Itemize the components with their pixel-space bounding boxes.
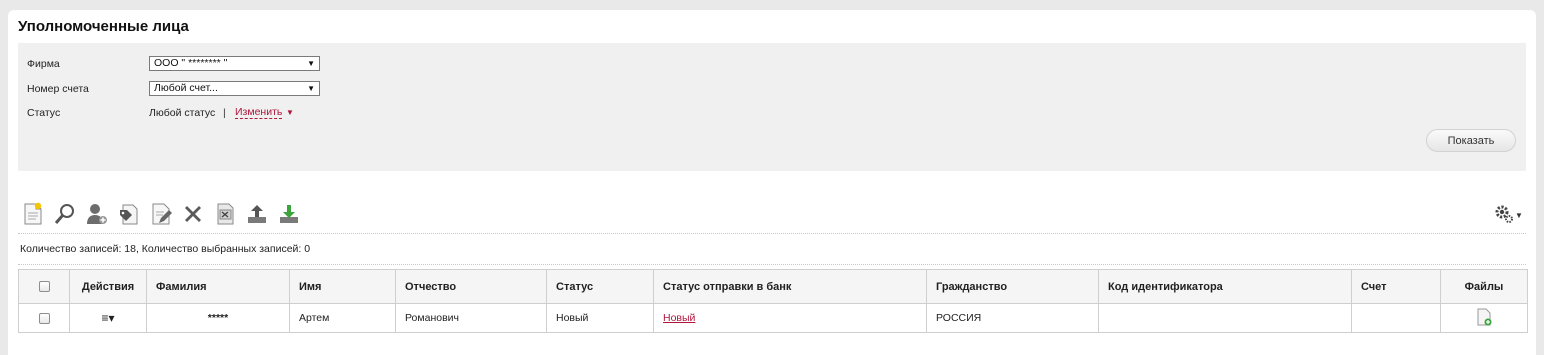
account-label: Номер счета: [27, 83, 89, 95]
column-header[interactable]: Действия: [69, 269, 147, 304]
row-checkbox[interactable]: [38, 312, 50, 324]
firm-label: Фирма: [27, 58, 60, 70]
show-button[interactable]: Показать: [1426, 129, 1516, 152]
status-label: Статус: [27, 107, 61, 119]
search-icon[interactable]: [52, 201, 78, 227]
settings-gear-icon: [1494, 204, 1514, 227]
delete-icon[interactable]: [180, 201, 206, 227]
toolbar: [20, 201, 302, 227]
add-file-icon[interactable]: [1476, 308, 1492, 329]
bank-status-cell: Новый: [653, 303, 927, 333]
column-header[interactable]: Файлы: [1440, 269, 1528, 304]
column-header[interactable]: Статус: [546, 269, 654, 304]
files-cell: [1440, 303, 1528, 333]
surname-cell: *****: [146, 303, 290, 333]
tag-document-icon[interactable]: [116, 201, 142, 227]
download-icon[interactable]: [276, 201, 302, 227]
records-count: Количество записей: 18, Количество выбра…: [20, 243, 311, 255]
actions-menu-icon[interactable]: ≡▾: [101, 311, 114, 325]
column-header[interactable]: Код идентификатора: [1098, 269, 1352, 304]
status-cell: Новый: [546, 303, 654, 333]
account-select-value: Любой счет...: [154, 82, 218, 94]
column-header[interactable]: Статус отправки в банк: [653, 269, 927, 304]
bank-status-link[interactable]: Новый: [663, 312, 695, 324]
edit-document-icon[interactable]: [148, 201, 174, 227]
main-panel: Уполномоченные лица Фирма ООО " ********…: [8, 10, 1536, 355]
new-document-icon[interactable]: [20, 201, 46, 227]
column-header[interactable]: Счет: [1351, 269, 1441, 304]
status-value: Любой статус: [149, 107, 216, 119]
divider: [18, 233, 1526, 234]
excel-export-icon[interactable]: [212, 201, 238, 227]
select-all-header: [18, 269, 70, 304]
account-cell: [1351, 303, 1441, 333]
records-table: Действия Фамилия Имя Отчество Статус Ста…: [18, 269, 1528, 333]
account-select[interactable]: Любой счет... ▼: [149, 81, 320, 96]
chevron-down-icon: ▼: [307, 84, 315, 93]
name-cell: Артем: [289, 303, 396, 333]
upload-icon[interactable]: [244, 201, 270, 227]
firm-select-value: ООО " ******** ": [154, 57, 228, 69]
table-header-row: Действия Фамилия Имя Отчество Статус Ста…: [18, 269, 1528, 304]
table-row[interactable]: ≡▾ ***** Артем Романович Новый Новый РОС…: [18, 303, 1528, 333]
patronymic-cell: Романович: [395, 303, 547, 333]
change-status-link[interactable]: Изменить: [235, 107, 283, 119]
settings-menu-button[interactable]: ▼: [1494, 204, 1526, 226]
filter-box: Фирма ООО " ******** " ▼ Номер счета Люб…: [18, 43, 1526, 171]
surname-value: *****: [207, 312, 229, 324]
caret-down-icon: ▼: [1515, 210, 1523, 220]
add-person-icon[interactable]: [84, 201, 110, 227]
divider: [18, 264, 1526, 265]
chevron-down-icon: ▼: [307, 59, 315, 68]
status-separator: |: [223, 107, 226, 119]
column-header[interactable]: Имя: [289, 269, 396, 304]
id-code-cell: [1098, 303, 1352, 333]
row-select-cell: [18, 303, 70, 333]
select-all-checkbox[interactable]: [38, 281, 50, 293]
column-header[interactable]: Гражданство: [926, 269, 1099, 304]
column-header[interactable]: Фамилия: [146, 269, 290, 304]
firm-select[interactable]: ООО " ******** " ▼: [149, 56, 320, 71]
caret-down-icon[interactable]: ▼: [286, 108, 294, 117]
citizenship-cell: РОССИЯ: [926, 303, 1099, 333]
page-title: Уполномоченные лица: [18, 18, 189, 35]
column-header[interactable]: Отчество: [395, 269, 547, 304]
actions-cell: ≡▾: [69, 303, 147, 333]
